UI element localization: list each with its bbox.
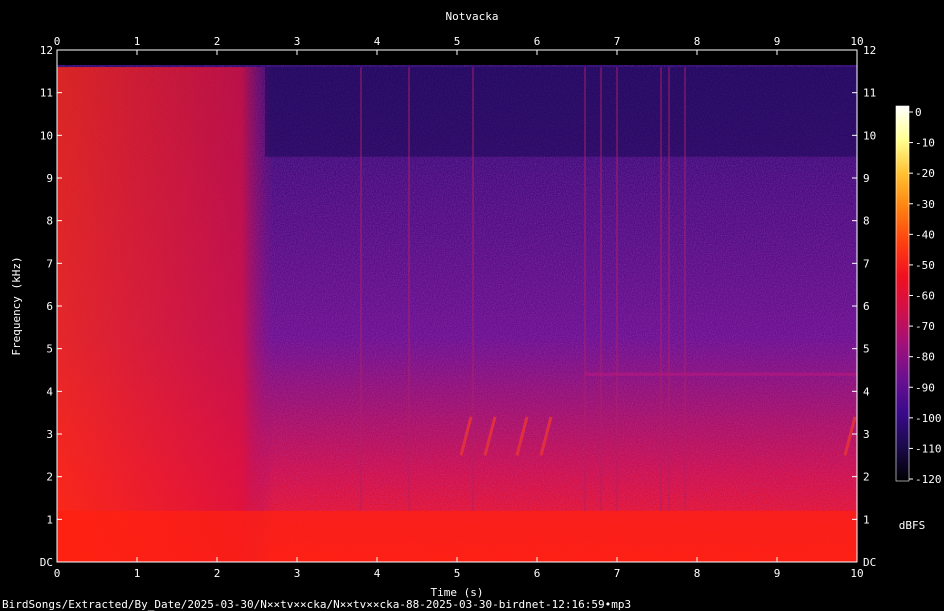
- colorbar-tick-label: -80: [915, 351, 935, 364]
- x-tick-label: 5: [454, 567, 461, 580]
- x-tick-label: 8: [694, 35, 701, 48]
- x-tick-label: 10: [850, 35, 863, 48]
- chart-title: Notvacka: [446, 10, 499, 23]
- x-tick-label: 7: [614, 35, 621, 48]
- colorbar-tick-label: -50: [915, 259, 935, 272]
- x-tick-label: 10: [850, 567, 863, 580]
- y-tick-label: 1: [46, 513, 53, 526]
- y-tick-label: 6: [46, 300, 53, 313]
- x-tick-label: 6: [534, 35, 541, 48]
- colorbar-tick-label: -60: [915, 290, 935, 303]
- x-tick-label: 0: [54, 35, 61, 48]
- y-tick-label: 4: [46, 385, 53, 398]
- x-tick-label: 6: [534, 567, 541, 580]
- colorbar-tick-label: 0: [915, 106, 922, 119]
- loud-broadband-segment: [57, 67, 274, 563]
- x-tick-label: 3: [294, 35, 301, 48]
- x-tick-label: 2: [214, 567, 221, 580]
- colorbar-tick-label: -70: [915, 320, 935, 333]
- y-tick-label: 1: [863, 513, 870, 526]
- colorbar-tick-label: -120: [915, 473, 942, 486]
- y-tick-label: 2: [863, 471, 870, 484]
- x-tick-label: 5: [454, 35, 461, 48]
- colorbar-tick-label: -40: [915, 228, 935, 241]
- colorbar-tick-label: -10: [915, 137, 935, 150]
- y-tick-label: 7: [863, 257, 870, 270]
- top-dark-band: [265, 67, 857, 157]
- colorbar-tick-label: -110: [915, 442, 942, 455]
- x-tick-label: 4: [374, 35, 381, 48]
- x-tick-label: 7: [614, 567, 621, 580]
- y-tick-label: 9: [863, 172, 870, 185]
- y-tick-label: 7: [46, 257, 53, 270]
- y-tick-label: DC: [40, 556, 53, 569]
- spectrogram-chart: 001122334455667788991010 DC DC1 12 23 34 45 56…: [2, 10, 942, 611]
- y-tick-label: 5: [46, 343, 53, 356]
- colorbar-label: dBFS: [899, 519, 926, 532]
- x-tick-label: 3: [294, 567, 301, 580]
- y-tick-label: 12: [40, 44, 53, 57]
- colorbar-tick-label: -20: [915, 167, 935, 180]
- y-tick-label: DC: [863, 556, 876, 569]
- colorbar-tick-label: -30: [915, 198, 935, 211]
- colorbar-tick-label: -100: [915, 412, 942, 425]
- x-tick-label: 4: [374, 567, 381, 580]
- x-tick-label: 1: [134, 567, 141, 580]
- x-tick-label: 2: [214, 35, 221, 48]
- y-tick-label: 4: [863, 385, 870, 398]
- y-tick-label: 11: [40, 87, 53, 100]
- y-axis-label: Frequency (kHz): [10, 256, 23, 355]
- y-tick-label: 5: [863, 343, 870, 356]
- x-tick-label: 8: [694, 567, 701, 580]
- low-frequency-band: [57, 510, 857, 562]
- x-tick-label: 9: [774, 35, 781, 48]
- file-path: BirdSongs/Extracted/By_Date/2025-03-30/N…: [2, 598, 631, 611]
- y-tick-label: 11: [863, 87, 876, 100]
- x-tick-label: 0: [54, 567, 61, 580]
- y-tick-label: 8: [863, 215, 870, 228]
- y-tick-label: 3: [46, 428, 53, 441]
- colorbar-ticks: 0 -10 -20 -30 -40 -50 -60 -70 -80 -90 -100 -110 -120: [909, 106, 942, 486]
- colorbar-tick-label: -90: [915, 381, 935, 394]
- y-tick-label: 9: [46, 172, 53, 185]
- x-tick-label: 1: [134, 35, 141, 48]
- y-tick-label: 6: [863, 300, 870, 313]
- y-tick-label: 2: [46, 471, 53, 484]
- y-tick-label: 10: [863, 129, 876, 142]
- colorbar: [895, 105, 910, 482]
- y-tick-label: 12: [863, 44, 876, 57]
- y-tick-label: 10: [40, 129, 53, 142]
- x-tick-label: 9: [774, 567, 781, 580]
- y-tick-label: 8: [46, 215, 53, 228]
- y-tick-label: 3: [863, 428, 870, 441]
